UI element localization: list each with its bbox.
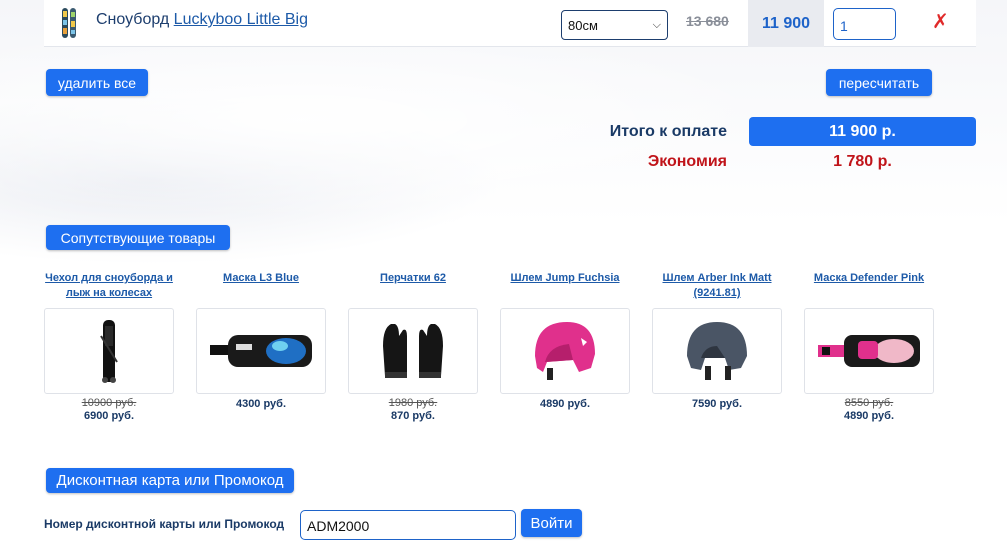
product-name-link[interactable]: Чехол для сноуборда и лыж на колесах (44, 271, 174, 302)
product-card[interactable]: Маска Defender Pink 8550 руб. 4890 руб. (804, 271, 934, 422)
economy-label: Экономия (647, 153, 727, 170)
product-name-link[interactable]: Шлем Jump Fuchsia (500, 271, 630, 302)
product-price: 6900 руб. (83, 410, 135, 422)
product-old-price: 8550 руб. (844, 397, 894, 409)
quantity-input[interactable]: 1 (833, 8, 896, 40)
product-name-link[interactable]: Маска L3 Blue (196, 271, 326, 302)
helmet-icon (535, 322, 595, 380)
recalculate-button[interactable]: пересчитать (826, 69, 932, 96)
product-old-price: 10900 руб. (81, 397, 137, 409)
product-image[interactable] (348, 308, 478, 394)
product-image[interactable] (804, 308, 934, 394)
cart-item-prefix: Сноуборд (96, 11, 170, 28)
product-image[interactable] (500, 308, 630, 394)
total-label: Итого к оплате (609, 123, 727, 140)
size-select[interactable]: 80см ⌵ (561, 10, 668, 40)
chevron-down-icon: ⌵ (652, 18, 661, 31)
helmet-icon (687, 322, 747, 380)
product-card[interactable]: Чехол для сноуборда и лыж на колесах 109… (44, 271, 174, 422)
cart-item-price: 11 900 (748, 0, 824, 47)
product-old-price: 1980 руб. (388, 397, 438, 409)
discount-heading: Дисконтная карта или Промокод (46, 468, 294, 493)
product-card[interactable]: Маска L3 Blue 4300 руб. (196, 271, 326, 410)
product-image[interactable] (44, 308, 174, 394)
product-price: 870 руб. (391, 410, 435, 422)
product-card[interactable]: Шлем Arber Ink Matt (9241.81) 7590 руб. (652, 271, 782, 410)
size-select-value: 80см (568, 17, 598, 33)
apply-promo-button[interactable]: Войти (521, 509, 582, 537)
promo-code-input[interactable]: ADM2000 (300, 510, 516, 540)
related-products-heading: Сопутствующие товары (46, 225, 230, 250)
product-price: 4890 руб. (539, 398, 591, 410)
product-price: 4300 руб. (235, 398, 287, 410)
total-value: 11 900 р. (749, 117, 976, 146)
cart-item-title: Сноуборд Luckyboo Little Big (96, 11, 308, 29)
cart-item-link[interactable]: Luckyboo Little Big (174, 11, 308, 28)
product-name-link[interactable]: Шлем Arber Ink Matt (9241.81) (652, 271, 782, 302)
goggles-icon (818, 335, 920, 367)
gloves-icon (383, 324, 443, 378)
product-name-link[interactable]: Перчатки 62 (348, 271, 478, 302)
product-price: 4890 руб. (843, 410, 895, 422)
product-card[interactable]: Шлем Jump Fuchsia 4890 руб. (500, 271, 630, 410)
snowboard-icon (62, 8, 76, 38)
product-name-link[interactable]: Маска Defender Pink (804, 271, 934, 302)
remove-item-icon[interactable]: ✗ (932, 9, 949, 34)
delete-all-button[interactable]: удалить все (46, 69, 148, 96)
product-price: 7590 руб. (691, 398, 743, 410)
board-bag-icon (100, 320, 118, 383)
product-image[interactable] (652, 308, 782, 394)
product-image[interactable] (196, 308, 326, 394)
economy-value: 1 780 р. (833, 153, 892, 170)
product-card[interactable]: Перчатки 62 1980 руб. 870 руб. (348, 271, 478, 422)
promo-code-label: Номер дисконтной карты или Промокод (44, 517, 285, 531)
snowboard-thumbnail[interactable] (60, 7, 78, 39)
goggles-icon (210, 335, 312, 367)
cart-item-old-price: 13 680 (686, 13, 729, 29)
